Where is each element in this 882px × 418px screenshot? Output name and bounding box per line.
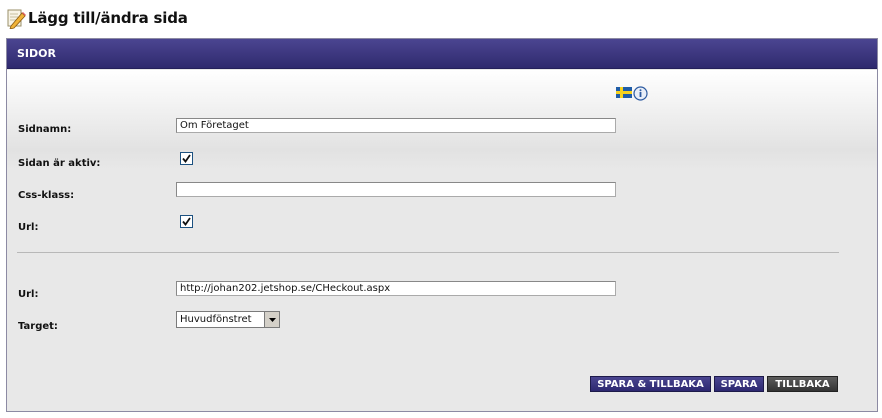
section-divider [17,252,839,253]
css-class-label: Css-klass: [18,190,75,201]
back-button[interactable]: TILLBAKA [767,376,838,392]
url-enabled-checkbox[interactable] [180,215,193,228]
target-label: Target: [18,321,58,332]
page-active-checkbox[interactable] [180,152,193,165]
chevron-down-icon[interactable] [264,312,279,327]
page-active-label: Sidan är aktiv: [18,158,101,169]
save-button[interactable]: SPARA [714,376,764,392]
page-name-input[interactable]: Om Företaget [176,118,616,133]
panel-body: Sidnamn: Om Företaget Sidan är aktiv: Cs… [7,70,877,411]
url-enabled-label: Url: [18,222,39,233]
save-and-back-button[interactable]: SPARA & TILLBAKA [590,376,711,392]
page-header: Lägg till/ändra sida [4,6,188,30]
checkmark-icon [182,154,191,163]
target-select[interactable]: Huvudfönstret [176,311,280,328]
info-icon[interactable] [633,86,648,101]
pages-panel: SIDOR Sidnamn: Om Företaget Sidan är akt… [6,38,878,412]
page-title: Lägg till/ändra sida [28,9,188,27]
swedish-flag-icon[interactable] [616,87,632,98]
edit-page-icon [7,9,26,29]
url-input[interactable]: http://johan202.jetshop.se/CHeckout.aspx [176,281,616,296]
url-label: Url: [18,289,39,300]
panel-title: SIDOR [7,39,877,69]
css-class-input[interactable] [176,182,616,197]
checkmark-icon [182,217,191,226]
target-selected-value: Huvudfönstret [180,314,252,325]
page-name-label: Sidnamn: [18,124,72,135]
